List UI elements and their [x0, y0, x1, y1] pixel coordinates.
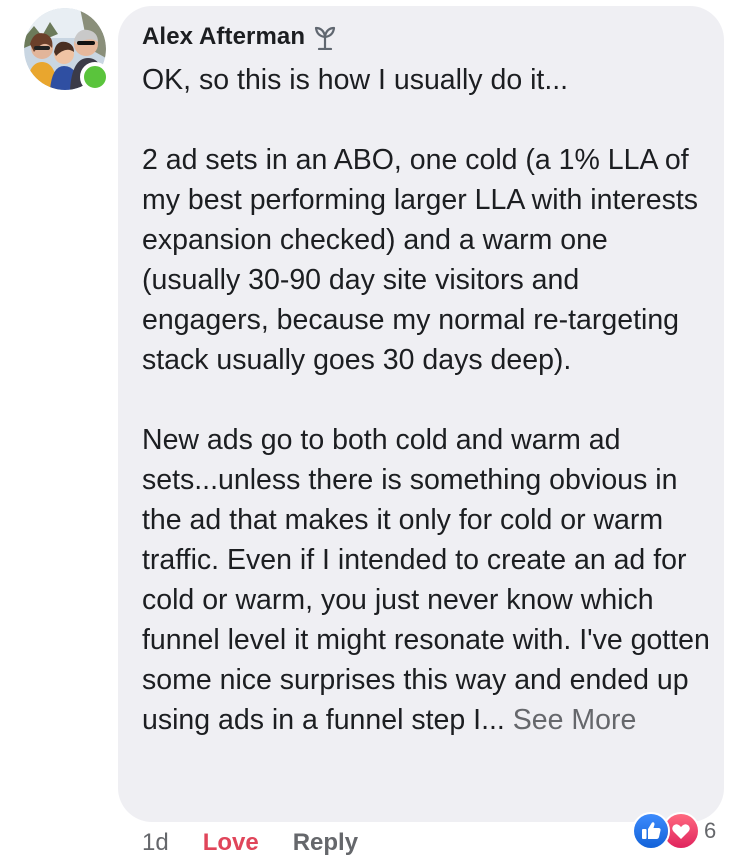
comment-header: Alex Afterman [142, 20, 337, 54]
see-more-link[interactable]: See More [513, 704, 637, 736]
rising-star-badge-icon [313, 24, 337, 51]
like-reaction-icon [632, 812, 670, 850]
comment-text: OK, so this is how I usually do it... 2 … [142, 60, 712, 740]
online-status-dot [80, 62, 110, 92]
avatar[interactable] [24, 8, 110, 92]
reaction-count: 6 [704, 818, 717, 843]
reaction-summary[interactable]: 6 [632, 812, 716, 850]
comment-paragraph: 2 ad sets in an ABO, one cold (a 1% LLA … [142, 144, 698, 376]
love-button[interactable]: Love [203, 829, 259, 857]
comment-thread: Alex Afterman OK, so this is how I usual… [0, 0, 750, 866]
reply-button[interactable]: Reply [293, 829, 358, 857]
comment-actions: 1d Love Reply [142, 826, 358, 860]
comment-paragraph: New ads go to both cold and warm ad sets… [142, 420, 712, 740]
comment-paragraph: OK, so this is how I usually do it... [142, 64, 569, 96]
author-name[interactable]: Alex Afterman [142, 23, 305, 51]
comment-timestamp: 1d [142, 829, 169, 856]
comment-paragraph-text: New ads go to both cold and warm ad sets… [142, 424, 710, 736]
